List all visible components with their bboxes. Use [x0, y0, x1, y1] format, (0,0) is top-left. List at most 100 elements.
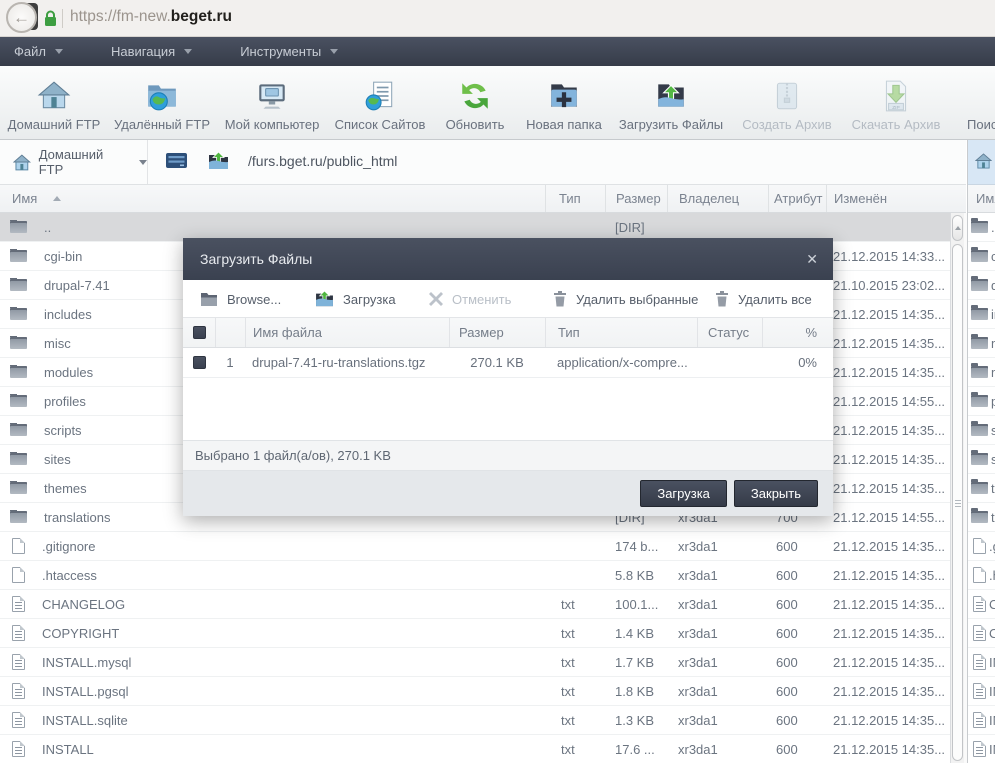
url-bar[interactable]: https://fm-new.beget.ru	[70, 8, 232, 26]
table-row[interactable]: INSTALL.pgsql txt 1.8 KB xr3da1 600 21.1…	[0, 677, 950, 706]
table-row[interactable]: includes	[968, 300, 995, 329]
name-cell: ..	[0, 219, 545, 235]
type-cell: txt	[561, 596, 575, 612]
toolbar-label: Мой компьютер	[224, 117, 320, 132]
chevron-down-icon	[54, 49, 63, 54]
table-row[interactable]: misc	[968, 329, 995, 358]
vertical-scrollbar[interactable]	[950, 213, 964, 763]
table-row[interactable]: .gitignore 174 b... xr3da1 600 21.12.201…	[0, 532, 950, 561]
chevron-down-icon	[139, 159, 147, 165]
upload-files-icon	[654, 73, 688, 113]
table-row[interactable]: drupal-7.41	[968, 271, 995, 300]
delete-all-button[interactable]: Удалить все	[715, 280, 812, 318]
table-row[interactable]: INSTALL.mysql	[968, 648, 995, 677]
upload-button[interactable]: Загрузка	[315, 280, 396, 318]
column-header-filename[interactable]: Имя файла	[245, 318, 449, 347]
menu-tools[interactable]: Инструменты	[230, 37, 348, 66]
table-row[interactable]: ..	[968, 213, 995, 242]
name-cell: INSTALL.sqlite	[0, 712, 545, 728]
back-button[interactable]: ←	[6, 2, 37, 33]
current-path[interactable]: /furs.bget.ru/public_html	[248, 153, 397, 169]
toolbar-button-upload-files[interactable]: Загрузить Файлы	[610, 66, 732, 139]
table-row[interactable]: .htaccess 5.8 KB xr3da1 600 21.12.2015 1…	[0, 561, 950, 590]
modified-cell: 21.12.2015 14:35...	[833, 712, 946, 728]
name-cell: CHANGELOG	[0, 596, 545, 612]
toolbar-label: Новая папка	[526, 117, 602, 132]
table-row[interactable]: .gitignore	[968, 532, 995, 561]
close-icon[interactable]: ✕	[806, 251, 818, 268]
upload-confirm-button[interactable]: Загрузка	[640, 480, 727, 507]
selected-files-summary: Выбрано 1 файл(а/ов), 270.1 KB	[195, 448, 391, 463]
table-row[interactable]: translations	[968, 503, 995, 532]
right-panel-column-header-name[interactable]: Имя	[968, 185, 995, 213]
file-type-icon	[973, 567, 986, 583]
toolbar-label: Создать Архив	[742, 117, 832, 132]
close-dialog-button[interactable]: Закрыть	[733, 480, 818, 507]
table-row[interactable]: modules	[968, 358, 995, 387]
column-header-size[interactable]: Размер	[605, 185, 667, 212]
table-row[interactable]: CHANGELOG	[968, 590, 995, 619]
toolbar-button-file-search[interactable]: Поиск Файлов	[950, 66, 995, 139]
toolbar-button-new-folder[interactable]: Новая папка	[518, 66, 610, 139]
scroll-up-button[interactable]	[952, 215, 963, 241]
toolbar-button-remote-ftp[interactable]: Удалённый FTP	[108, 66, 216, 139]
dialog-title: Загрузить Файлы	[200, 251, 313, 267]
row-checkbox-cell[interactable]	[183, 348, 215, 377]
owner-cell: xr3da1	[678, 741, 718, 757]
toolbar-button-site-list[interactable]: Список Сайтов	[328, 66, 432, 139]
column-header-name[interactable]: Имя	[0, 185, 545, 212]
modified-cell: 21.12.2015 14:35...	[833, 538, 946, 554]
upload-file-size: 270.1 KB	[470, 355, 524, 370]
delete-all-label: Удалить все	[738, 291, 812, 307]
file-name: CHANGELOG	[42, 596, 126, 612]
table-row[interactable]: themes	[968, 474, 995, 503]
delete-selected-button[interactable]: Удалить выбранные	[553, 280, 698, 318]
column-header-modified[interactable]: Изменён	[826, 185, 966, 212]
file-type-icon	[971, 450, 988, 465]
column-header-status[interactable]: Статус	[697, 318, 762, 347]
browse-button[interactable]: Browse...	[200, 280, 281, 318]
table-row[interactable]: cgi-bin	[968, 242, 995, 271]
scrollbar-thumb[interactable]	[952, 244, 963, 761]
file-name: themes	[44, 480, 87, 496]
toolbar-button-my-computer[interactable]: Мой компьютер	[216, 66, 328, 139]
table-row[interactable]: COPYRIGHT	[968, 619, 995, 648]
source-dropdown[interactable]: Домашний FTP	[0, 140, 148, 184]
select-all-checkbox-cell[interactable]	[183, 318, 215, 347]
table-row[interactable]: INSTALL	[968, 735, 995, 763]
column-header-owner[interactable]: Владелец	[667, 185, 768, 212]
checkbox-checked[interactable]	[192, 326, 206, 339]
modified-cell: 21.12.2015 14:55...	[833, 509, 946, 525]
column-header-attr[interactable]: Атрибут	[768, 185, 826, 212]
table-row[interactable]: sites	[968, 445, 995, 474]
file-name: drupal-7.41	[991, 277, 995, 293]
table-row[interactable]: INSTALL txt 17.6 ... xr3da1 600 21.12.20…	[0, 735, 950, 763]
table-row[interactable]: INSTALL.sqlite txt 1.3 KB xr3da1 600 21.…	[0, 706, 950, 735]
column-header-size[interactable]: Размер	[449, 318, 545, 347]
table-row[interactable]: INSTALL.sqlite	[968, 706, 995, 735]
menu-file[interactable]: Файл	[4, 37, 73, 66]
dialog-toolbar: Browse... Загрузка Отменить Удалить выбр…	[183, 280, 833, 318]
toolbar-button-home-ftp[interactable]: Домашний FTP	[0, 66, 108, 139]
right-panel-file-list: .. cgi-bin drupal-7.41 includes misc mod…	[968, 213, 995, 763]
parent-folder-icon[interactable]	[208, 151, 229, 173]
table-row[interactable]: CHANGELOG txt 100.1... xr3da1 600 21.12.…	[0, 590, 950, 619]
right-panel-pathbar[interactable]	[968, 140, 995, 185]
column-header-type[interactable]: Тип	[545, 318, 697, 347]
path-toolbar: Домашний FTP /furs.bget.ru/public_html	[0, 140, 966, 185]
menu-navigation[interactable]: Навигация	[101, 37, 202, 66]
table-row[interactable]: scripts	[968, 416, 995, 445]
table-row[interactable]: INSTALL.mysql txt 1.7 KB xr3da1 600 21.1…	[0, 648, 950, 677]
table-row[interactable]: COPYRIGHT txt 1.4 KB xr3da1 600 21.12.20…	[0, 619, 950, 648]
drive-icon[interactable]	[166, 153, 187, 171]
column-header-percent[interactable]: %	[762, 318, 833, 347]
table-row[interactable]: .htaccess	[968, 561, 995, 590]
toolbar-button-refresh[interactable]: Обновить	[432, 66, 518, 139]
table-row[interactable]: INSTALL.pgsql	[968, 677, 995, 706]
table-row[interactable]: profiles	[968, 387, 995, 416]
attr-cell: 600	[776, 625, 798, 641]
checkbox-checked[interactable]	[192, 356, 206, 369]
upload-file-row[interactable]: 1 drupal-7.41-ru-translations.tgz 270.1 …	[183, 348, 833, 378]
file-type-icon	[12, 625, 25, 641]
column-header-type[interactable]: Тип	[545, 185, 605, 212]
